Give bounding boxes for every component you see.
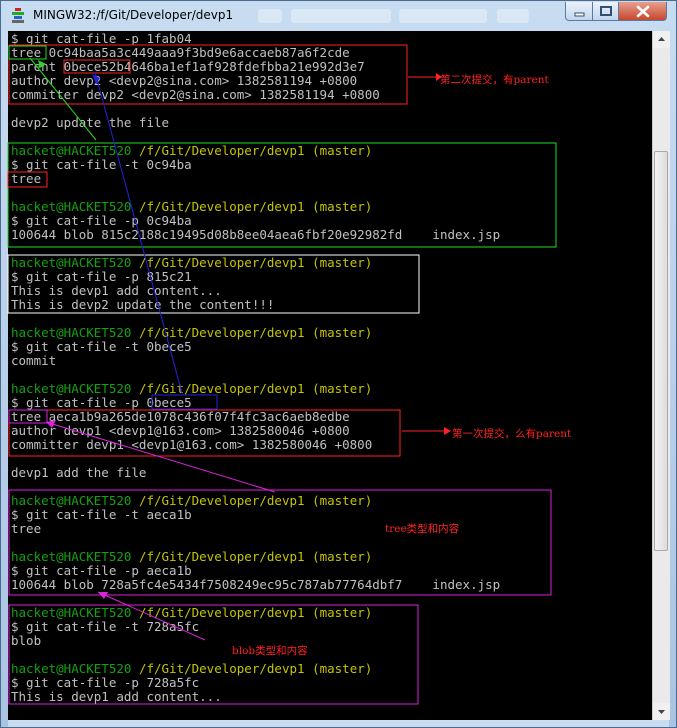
maximize-icon xyxy=(600,6,612,16)
terminal-line: $ git cat-file -p 815c21 xyxy=(11,269,192,284)
minimize-icon xyxy=(574,12,585,17)
blob-note: blob类型和内容 xyxy=(232,645,308,657)
prompt-line: hacket@HACKET520 /f/Git/Developer/devp1 … xyxy=(11,550,500,564)
close-icon xyxy=(636,5,650,18)
vertical-scrollbar[interactable] xyxy=(652,31,670,720)
prompt-line: hacket@HACKET520 /f/Git/Developer/devp1 … xyxy=(11,382,500,396)
prompt-line: hacket@HACKET520 /f/Git/Developer/devp1 … xyxy=(11,662,500,676)
prompt-line: hacket@HACKET520 /f/Git/Developer/devp1 … xyxy=(11,200,500,214)
prompt-user: hacket@HACKET520 xyxy=(11,381,132,396)
scroll-down-button[interactable] xyxy=(653,703,670,720)
prompt-path: /f/Git/Developer/devp1 xyxy=(138,605,305,620)
prompt-path: /f/Git/Developer/devp1 xyxy=(138,325,305,340)
prompt-branch: (master) xyxy=(312,199,373,214)
prompt-path: /f/Git/Developer/devp1 xyxy=(138,381,305,396)
terminal-line: tree xyxy=(11,171,42,186)
chevron-up-icon xyxy=(658,37,665,41)
scrollbar-thumb[interactable] xyxy=(654,151,668,551)
terminal-output: $ git cat-file -p 1fab04 tree 0c94baa5a3c… xyxy=(11,32,500,704)
terminal-line: devp2 update the file xyxy=(11,115,170,130)
second-commit-note: 第二次提交，有parent xyxy=(440,74,549,86)
terminal-line: devp1 add the file xyxy=(11,465,147,480)
git-bash-icon xyxy=(12,8,24,23)
terminal-line: This is devp2 update the content!!! xyxy=(11,297,275,312)
prompt-path: /f/Git/Developer/devp1 xyxy=(138,255,305,270)
prompt-user: hacket@HACKET520 xyxy=(11,199,132,214)
prompt-user: hacket@HACKET520 xyxy=(11,549,132,564)
terminal-line: tree 0c94baa5a3c449aaa9f3bd9e6accaeb87a6… xyxy=(11,45,350,60)
chevron-down-icon xyxy=(658,710,665,714)
terminal-line: author devp2 <devp2@sina.com> 1382581194… xyxy=(11,73,358,88)
window-bottom-border xyxy=(8,720,669,727)
titlebar-blur xyxy=(291,9,391,23)
terminal-line: tree aeca1b9a265de1078c436f07f4fc3ac6aeb… xyxy=(11,409,350,424)
prompt-path: /f/Git/Developer/devp1 xyxy=(138,199,305,214)
terminal-window: MINGW32:/f/Git/Developer/devp1 $ git cat… xyxy=(0,0,677,728)
minimize-button[interactable] xyxy=(565,2,593,21)
prompt-user: hacket@HACKET520 xyxy=(11,143,132,158)
prompt-line: hacket@HACKET520 /f/Git/Developer/devp1 … xyxy=(11,256,500,270)
prompt-path: /f/Git/Developer/devp1 xyxy=(138,661,305,676)
prompt-branch: (master) xyxy=(312,325,373,340)
prompt-user: hacket@HACKET520 xyxy=(11,255,132,270)
terminal-line: parent 0bece52b4646ba1ef1af928fdefbba21e… xyxy=(11,59,365,74)
first-commit-note: 第一次提交，么有parent xyxy=(452,428,572,440)
prompt-path: /f/Git/Developer/devp1 xyxy=(138,549,305,564)
terminal-line: commit xyxy=(11,353,57,368)
window-title: MINGW32:/f/Git/Developer/devp1 xyxy=(33,8,234,22)
titlebar-blur xyxy=(258,9,282,23)
terminal-line: $ git cat-file -p 728a5fc xyxy=(11,675,200,690)
prompt-branch: (master) xyxy=(312,493,373,508)
maximize-button[interactable] xyxy=(592,2,619,21)
prompt-line: hacket@HACKET520 /f/Git/Developer/devp1 … xyxy=(11,326,500,340)
prompt-user: hacket@HACKET520 xyxy=(11,493,132,508)
prompt-path: /f/Git/Developer/devp1 xyxy=(138,493,305,508)
prompt-branch: (master) xyxy=(312,255,373,270)
prompt-user: hacket@HACKET520 xyxy=(11,605,132,620)
terminal-line: This is devp1 add content... xyxy=(11,689,222,704)
scroll-up-button[interactable] xyxy=(653,31,670,48)
titlebar-blur xyxy=(399,9,487,23)
prompt-line: hacket@HACKET520 /f/Git/Developer/devp1 … xyxy=(11,144,500,158)
prompt-branch: (master) xyxy=(312,549,373,564)
prompt-branch: (master) xyxy=(312,661,373,676)
terminal-line: 100644 blob 815c2188c19495d08b8ee04aea6f… xyxy=(11,227,501,242)
terminal-line: $ git cat-file -t 728a5fc xyxy=(11,619,200,634)
prompt-line: hacket@HACKET520 /f/Git/Developer/devp1 … xyxy=(11,606,500,620)
terminal-line: committer devp1 <devp1@163.com> 13825800… xyxy=(11,437,373,452)
terminal-line: $ git cat-file -p aeca1b xyxy=(11,563,192,578)
terminal-line: committer devp2 <devp2@sina.com> 1382581… xyxy=(11,87,380,102)
terminal-line: This is devp1 add content... xyxy=(11,283,222,298)
terminal-line: $ git cat-file -p 0c94ba xyxy=(11,213,192,228)
prompt-user: hacket@HACKET520 xyxy=(11,661,132,676)
terminal-line: $ git cat-file -t aeca1b xyxy=(11,507,192,522)
prompt-user: hacket@HACKET520 xyxy=(11,325,132,340)
terminal-line: $ git cat-file -t 0c94ba xyxy=(11,157,192,172)
terminal-line: $ git cat-file -p 0bece5 xyxy=(11,395,192,410)
prompt-path: /f/Git/Developer/devp1 xyxy=(138,143,305,158)
prompt-branch: (master) xyxy=(312,381,373,396)
titlebar-blur xyxy=(497,9,529,23)
tree-note: tree类型和内容 xyxy=(385,523,460,535)
prompt-branch: (master) xyxy=(312,605,373,620)
terminal-console[interactable]: $ git cat-file -p 1fab04 tree 0c94baa5a3c… xyxy=(8,31,652,720)
title-bar[interactable]: MINGW32:/f/Git/Developer/devp1 xyxy=(1,1,676,31)
close-button[interactable] xyxy=(618,2,667,21)
terminal-line: author devp1 <devp1@163.com> 1382580046 … xyxy=(11,423,350,438)
prompt-branch: (master) xyxy=(312,143,373,158)
terminal-line: $ git cat-file -t 0bece5 xyxy=(11,339,192,354)
prompt-line: hacket@HACKET520 /f/Git/Developer/devp1 … xyxy=(11,494,500,508)
terminal-line: 100644 blob 728a5fc4e5434f7508249ec95c78… xyxy=(11,577,501,592)
terminal-line: $ git cat-file -p 1fab04 xyxy=(11,31,192,46)
